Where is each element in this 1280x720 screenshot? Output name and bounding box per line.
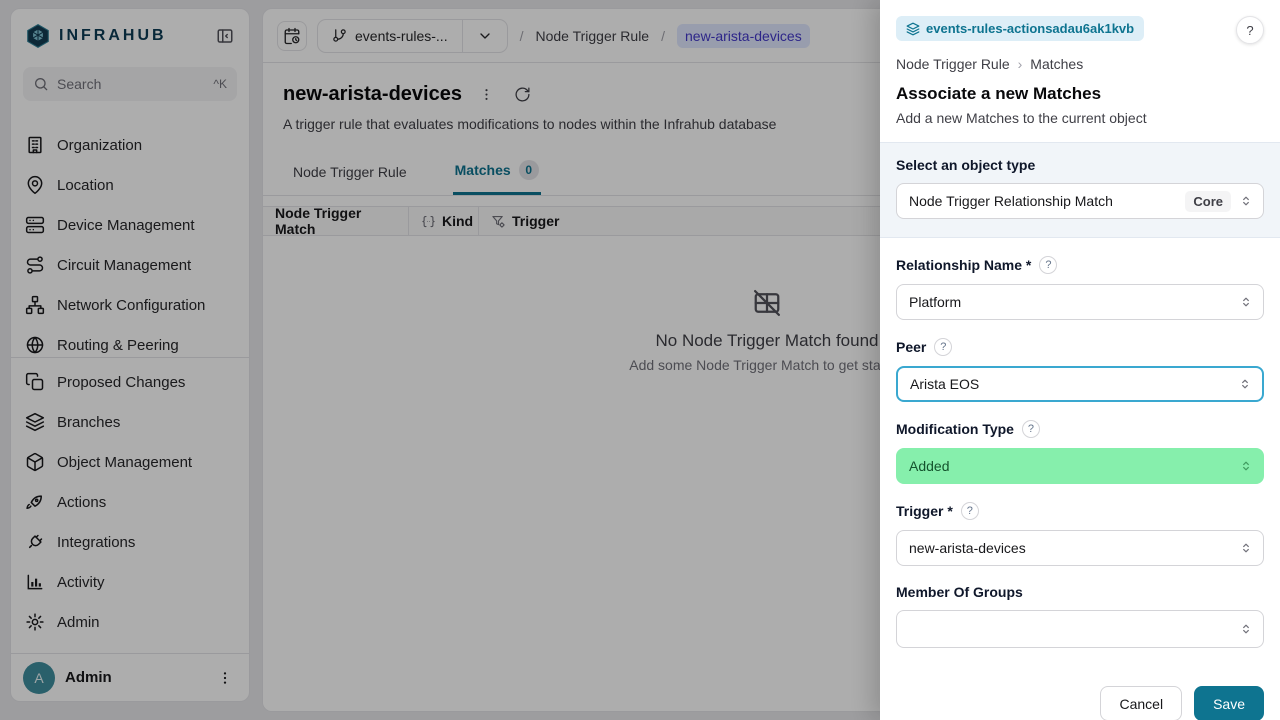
field-label: Peer bbox=[896, 339, 926, 355]
help-button[interactable]: ? bbox=[1236, 16, 1264, 44]
drawer-title: Associate a new Matches bbox=[896, 84, 1264, 104]
help-icon[interactable]: ? bbox=[1039, 256, 1057, 274]
drawer-header: events-rules-actionsadau6ak1kvb ? Node T… bbox=[880, 0, 1280, 126]
chevron-updown-icon bbox=[1239, 541, 1253, 555]
branch-badge-label: events-rules-actionsadau6ak1kvb bbox=[926, 21, 1134, 36]
chevron-updown-icon bbox=[1239, 622, 1253, 636]
branch-badge[interactable]: events-rules-actionsadau6ak1kvb bbox=[896, 16, 1144, 41]
help-icon[interactable]: ? bbox=[934, 338, 952, 356]
object-type-value: Node Trigger Relationship Match bbox=[909, 193, 1177, 209]
chevron-updown-icon bbox=[1239, 194, 1253, 208]
field-trigger: Trigger * ? new-arista-devices bbox=[896, 502, 1264, 566]
select-value: new-arista-devices bbox=[909, 540, 1231, 556]
chevron-updown-icon bbox=[1238, 377, 1252, 391]
save-button[interactable]: Save bbox=[1194, 686, 1264, 720]
field-peer: Peer ? Arista EOS bbox=[896, 338, 1264, 402]
member-of-groups-select[interactable] bbox=[896, 610, 1264, 648]
drawer-subtitle: Add a new Matches to the current object bbox=[896, 110, 1264, 126]
field-label: Relationship Name * bbox=[896, 257, 1031, 273]
help-icon[interactable]: ? bbox=[961, 502, 979, 520]
cancel-button[interactable]: Cancel bbox=[1100, 686, 1182, 720]
drawer-form: Relationship Name * ? Platform Peer ? Ar… bbox=[880, 238, 1280, 682]
trigger-select[interactable]: new-arista-devices bbox=[896, 530, 1264, 566]
relationship-name-select[interactable]: Platform bbox=[896, 284, 1264, 320]
drawer-breadcrumb: Node Trigger Rule › Matches bbox=[896, 56, 1264, 72]
field-member-of-groups: Member Of Groups bbox=[896, 584, 1264, 648]
core-badge: Core bbox=[1185, 191, 1231, 212]
peer-select[interactable]: Arista EOS bbox=[896, 366, 1264, 402]
object-type-section: Select an object type Node Trigger Relat… bbox=[880, 142, 1280, 238]
help-icon[interactable]: ? bbox=[1022, 420, 1040, 438]
field-label: Trigger * bbox=[896, 503, 953, 519]
field-relationship-name: Relationship Name * ? Platform bbox=[896, 256, 1264, 320]
object-type-select[interactable]: Node Trigger Relationship Match Core bbox=[896, 183, 1264, 219]
drawer-breadcrumb-parent: Node Trigger Rule bbox=[896, 56, 1010, 72]
select-value: Arista EOS bbox=[910, 376, 1230, 392]
chevron-updown-icon bbox=[1239, 459, 1253, 473]
select-value: Platform bbox=[909, 294, 1231, 310]
chevron-right-separator: › bbox=[1018, 56, 1023, 72]
layers-icon bbox=[906, 22, 920, 36]
drawer-footer: Cancel Save bbox=[880, 684, 1280, 720]
field-modification-type: Modification Type ? Added bbox=[896, 420, 1264, 484]
associate-matches-drawer: events-rules-actionsadau6ak1kvb ? Node T… bbox=[880, 0, 1280, 720]
field-label: Modification Type bbox=[896, 421, 1014, 437]
modification-type-select[interactable]: Added bbox=[896, 448, 1264, 484]
object-type-label: Select an object type bbox=[896, 157, 1035, 173]
select-value: Added bbox=[909, 458, 1231, 474]
chevron-updown-icon bbox=[1239, 295, 1253, 309]
drawer-breadcrumb-current: Matches bbox=[1030, 56, 1083, 72]
field-label: Member Of Groups bbox=[896, 584, 1023, 600]
